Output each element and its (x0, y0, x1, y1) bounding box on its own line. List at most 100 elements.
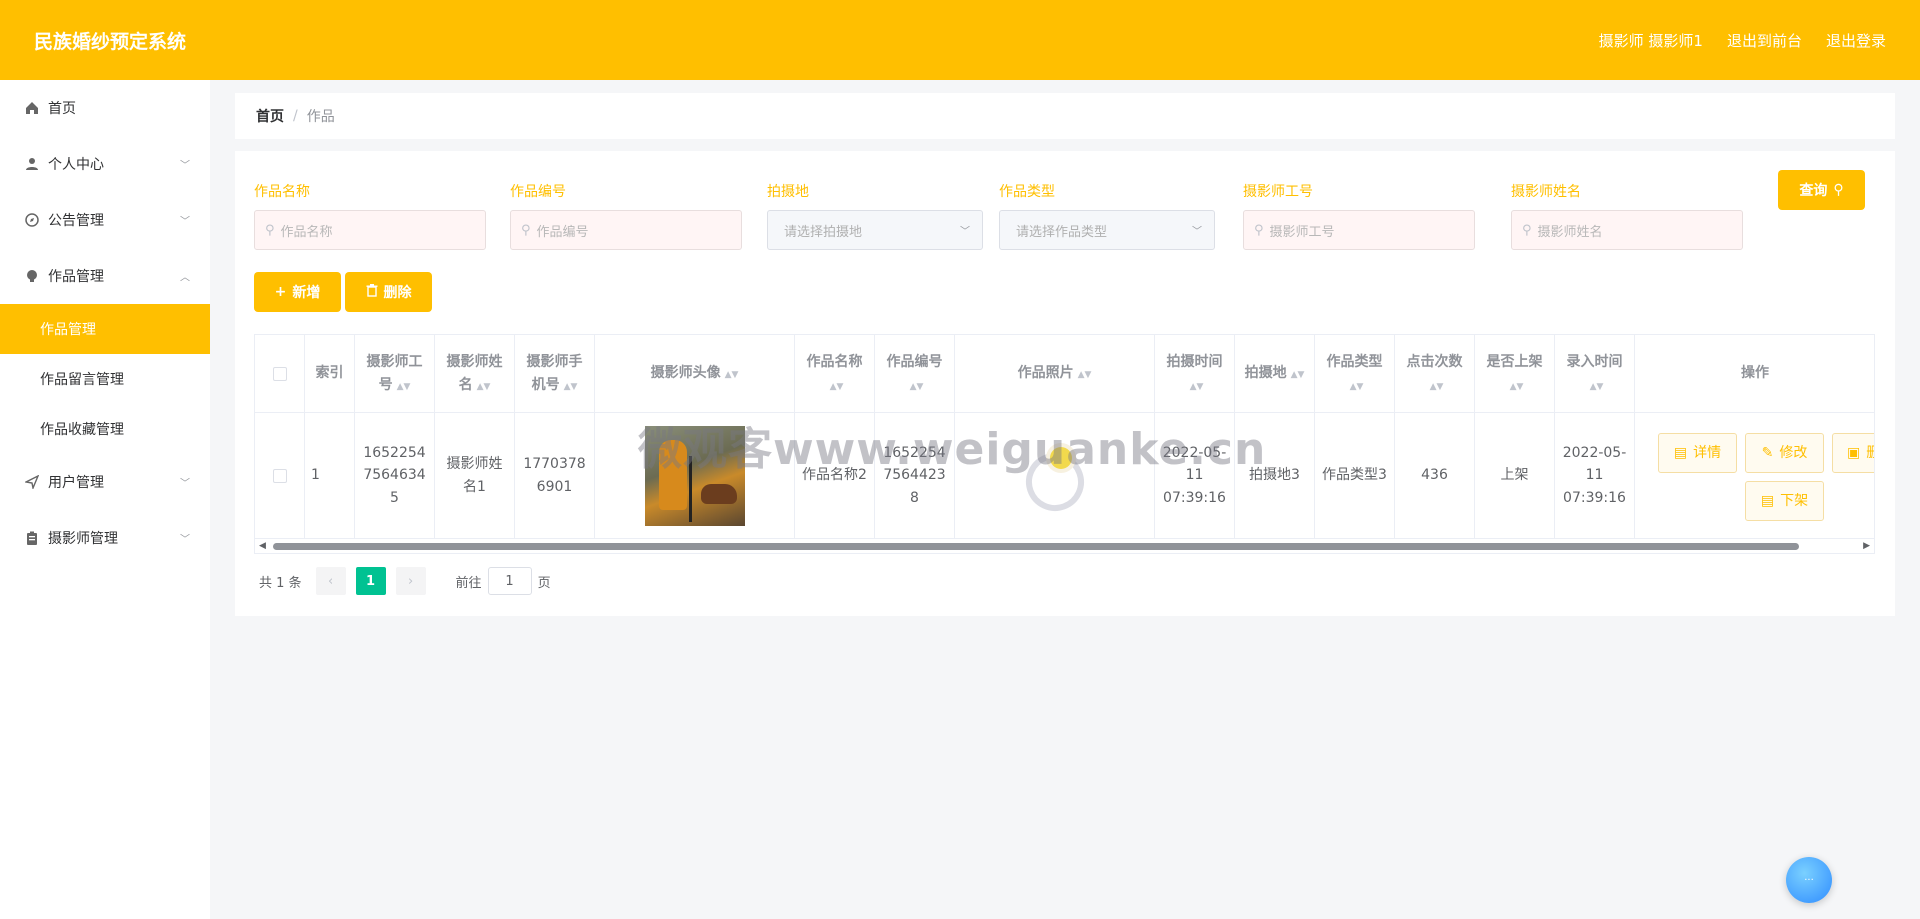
search-icon: ⚲ (521, 222, 531, 238)
photographer-avatar-image (644, 425, 745, 526)
header-work-photo[interactable]: 作品照片 ▲▼ (955, 335, 1155, 413)
user-icon (24, 156, 40, 172)
location-select[interactable]: 请选择拍摄地 ﹀ (767, 210, 983, 250)
page-number-1[interactable]: 1 (355, 567, 386, 595)
row-select-cell (255, 413, 305, 539)
breadcrumb-separator: / (293, 108, 298, 124)
horizontal-scrollbar[interactable]: ◀ ▶ (255, 539, 1874, 553)
scroll-left-arrow-icon[interactable]: ◀ (259, 541, 266, 551)
work-no-label: 作品编号 (510, 184, 566, 200)
select-all-checkbox[interactable] (272, 366, 287, 381)
sidebar-item-label: 作品管理 (48, 269, 104, 285)
search-icon: ⚲ (1833, 182, 1844, 198)
sort-icon: ▲▼ (1589, 381, 1604, 392)
photographer-name-input[interactable]: ⚲ 摄影师姓名 (1511, 210, 1743, 250)
sort-icon: ▲▼ (829, 381, 844, 392)
search-icon: ⚲ (1254, 222, 1264, 238)
cell-work-photo (955, 413, 1155, 539)
cell-phone: 17703786901 (515, 413, 595, 539)
sidebar-subitem-works[interactable]: 作品管理 (0, 304, 210, 354)
cell-actions: ▤ 详情 ✎ 修改 ▣ 删除 ▤ 下架 (1635, 413, 1874, 539)
work-type-label: 作品类型 (999, 184, 1055, 200)
chevron-down-icon: ﹀ (180, 160, 190, 172)
sidebar-subitem-work-comments[interactable]: 作品留言管理 (0, 354, 210, 404)
sort-icon: ▲▼ (396, 381, 411, 392)
cell-photographer-name: 摄影师姓名1 (435, 413, 515, 539)
sidebar-item-profile[interactable]: 个人中心 ﹀ (0, 136, 210, 192)
work-no-input[interactable]: ⚲ 作品编号 (510, 210, 742, 250)
bulb-icon (24, 268, 40, 284)
row-delete-button[interactable]: ▣ 删除 (1832, 433, 1874, 473)
add-button[interactable]: + 新增 (254, 272, 341, 312)
header-photographer-name[interactable]: 摄影师姓名 ▲▼ (435, 335, 515, 413)
goto-page-input[interactable]: 1 (487, 567, 532, 595)
prev-page-button[interactable]: ‹ (315, 567, 346, 595)
clipboard-icon (24, 530, 40, 546)
header-location[interactable]: 拍摄地 ▲▼ (1235, 335, 1315, 413)
breadcrumb: 首页 / 作品 (235, 93, 1895, 139)
header-nav: 摄影师 摄影师1 退出到前台 退出登录 (1599, 30, 1886, 51)
work-type-select[interactable]: 请选择作品类型 ﹀ (999, 210, 1215, 250)
chevron-down-icon: ﹀ (180, 478, 190, 490)
edit-icon: ✎ (1761, 444, 1774, 461)
sidebar-item-users[interactable]: 用户管理 ﹀ (0, 454, 210, 510)
header-on-shelf[interactable]: 是否上架▲▼ (1475, 335, 1555, 413)
user-info-link[interactable]: 摄影师 摄影师1 (1599, 30, 1703, 51)
row-checkbox[interactable] (272, 468, 287, 483)
sidebar-subitem-work-favorites[interactable]: 作品收藏管理 (0, 404, 210, 454)
search-icon: ⚲ (265, 222, 275, 238)
scroll-right-arrow-icon[interactable]: ▶ (1863, 541, 1870, 551)
header-work-type[interactable]: 作品类型▲▼ (1315, 335, 1395, 413)
logout-link[interactable]: 退出登录 (1826, 30, 1886, 51)
chevron-up-icon: ︿ (180, 272, 190, 284)
pagination: 共 1 条 ‹ 1 › 前往 1 页 (259, 567, 551, 595)
table-header-row: 索引 摄影师工号 ▲▼ 摄影师姓名 ▲▼ 摄影师手机号 ▲▼ 摄影师头像 ▲▼ 作品名称… (255, 335, 1874, 413)
header-work-name[interactable]: 作品名称▲▼ (795, 335, 875, 413)
header-work-no[interactable]: 作品编号▲▼ (875, 335, 955, 413)
detail-button[interactable]: ▤ 详情 (1658, 433, 1737, 473)
breadcrumb-home[interactable]: 首页 (256, 106, 284, 126)
cell-avatar (595, 413, 795, 539)
sidebar-item-label: 个人中心 (48, 157, 104, 173)
sidebar-item-notice[interactable]: 公告管理 ﹀ (0, 192, 210, 248)
cell-clicks: 436 (1395, 413, 1475, 539)
next-page-button[interactable]: › (395, 567, 426, 595)
photographer-id-input[interactable]: ⚲ 摄影师工号 (1243, 210, 1475, 250)
cell-location: 拍摄地3 (1235, 413, 1315, 539)
back-to-frontend-link[interactable]: 退出到前台 (1727, 30, 1802, 51)
floating-assistant-button[interactable]: ··· (1786, 857, 1832, 903)
goto-label: 前往 (455, 575, 482, 591)
work-name-input[interactable]: ⚲ 作品名称 (254, 210, 486, 250)
offshelf-button[interactable]: ▤ 下架 (1745, 481, 1824, 521)
header-index: 索引 (305, 335, 355, 413)
header-shoot-time[interactable]: 拍摄时间▲▼ (1155, 335, 1235, 413)
header-avatar[interactable]: 摄影师头像 ▲▼ (595, 335, 795, 413)
header-phone[interactable]: 摄影师手机号 ▲▼ (515, 335, 595, 413)
query-button[interactable]: 查询 ⚲ (1778, 170, 1865, 210)
sidebar-item-works[interactable]: 作品管理 ︿ (0, 248, 210, 304)
sort-icon: ▲▼ (1509, 381, 1524, 392)
works-table: 索引 摄影师工号 ▲▼ 摄影师姓名 ▲▼ 摄影师手机号 ▲▼ 摄影师头像 ▲▼ 作品名称… (254, 334, 1875, 554)
sort-icon: ▲▼ (909, 381, 924, 392)
app-title: 民族婚纱预定系统 (34, 30, 187, 53)
trash-icon: ▣ (1847, 444, 1861, 461)
sort-icon: ▲▼ (476, 381, 491, 392)
cell-entry-time: 2022-05-11 07:39:16 (1555, 413, 1635, 539)
sidebar-item-label: 首页 (48, 101, 76, 117)
edit-button[interactable]: ✎ 修改 (1745, 433, 1824, 473)
cell-index: 1 (305, 413, 355, 539)
sidebar-item-photographers[interactable]: 摄影师管理 ﹀ (0, 510, 210, 566)
sidebar-item-home[interactable]: 首页 (0, 80, 210, 136)
scrollbar-thumb[interactable] (273, 543, 1799, 550)
header-photographer-id[interactable]: 摄影师工号 ▲▼ (355, 335, 435, 413)
page-unit-label: 页 (537, 575, 551, 591)
sort-icon: ▲▼ (1077, 370, 1092, 381)
delete-button[interactable]: 删除 (345, 272, 432, 312)
cell-shoot-time: 2022-05-11 07:39:16 (1155, 413, 1235, 539)
main-panel: 作品名称 ⚲ 作品名称 作品编号 ⚲ 作品编号 拍摄地 请选择拍摄地 ﹀ 作品类… (235, 151, 1895, 616)
search-icon: ⚲ (1522, 222, 1532, 238)
header-entry-time[interactable]: 录入时间▲▼ (1555, 335, 1635, 413)
header-actions: 操作 (1635, 335, 1874, 413)
sort-icon: ▲▼ (1429, 381, 1444, 392)
header-clicks[interactable]: 点击次数▲▼ (1395, 335, 1475, 413)
